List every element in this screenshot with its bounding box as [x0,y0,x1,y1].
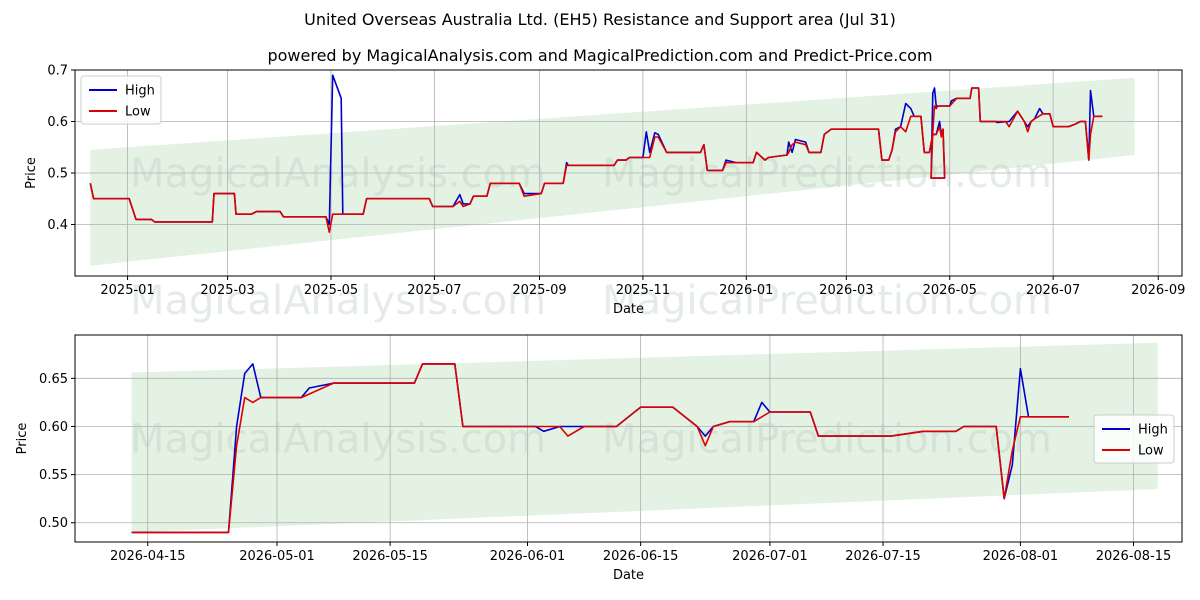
x-tick-label: 2026-05-15 [352,549,428,564]
y-tick-label: 0.6 [47,115,68,130]
y-tick-label: 0.60 [39,420,68,435]
x-tick-label: 2026-01 [719,283,773,298]
legend-label-high: High [125,84,155,99]
chart-panel-1: MagicalAnalysis.com MagicalPrediction.com… [24,64,1185,325]
x-tick-label: 2026-05-01 [239,549,315,564]
x-tick-label: 2026-08-01 [983,549,1059,564]
x-tick-label: 2026-06-01 [490,549,566,564]
y-axis-label: Price [24,157,39,189]
x-axis-label: Date [613,568,644,583]
watermark: MagicalAnalysis.com [130,417,546,463]
x-tick-label: 2025-11 [616,283,670,298]
legend: High Low [1093,414,1175,464]
x-tick-label: 2026-07-01 [732,549,808,564]
y-tick-label: 0.50 [39,516,68,531]
x-tick-label: 2026-07-15 [845,549,921,564]
y-tick-label: 0.55 [39,468,68,483]
x-tick-label: 2025-01 [100,283,154,298]
x-tick-label: 2026-04-15 [110,549,186,564]
legend: High Low [80,75,162,125]
x-axis-label: Date [613,302,644,317]
watermark: MagicalPrediction.com [602,151,1052,197]
x-tick-label: 2026-05 [923,283,977,298]
x-tick-label: 2026-06-15 [603,549,679,564]
legend-label-low: Low [1138,444,1164,459]
x-tick-label: 2025-03 [200,283,254,298]
legend-label-low: Low [125,105,151,120]
charts-canvas: MagicalAnalysis.com MagicalPrediction.com… [15,64,1185,584]
x-tick-label: 2025-09 [512,283,566,298]
x-tick-label: 2026-09 [1131,283,1185,298]
y-tick-label: 0.4 [47,218,68,233]
x-tick-label: 2026-03 [819,283,873,298]
y-tick-label: 0.65 [39,372,68,387]
x-tick-label: 2026-08-15 [1096,549,1172,564]
watermark: MagicalPrediction.com [602,417,1052,463]
y-tick-label: 0.7 [47,64,68,79]
y-tick-label: 0.5 [47,167,68,182]
watermark: MagicalAnalysis.com [130,151,546,197]
x-tick-label: 2025-07 [407,283,461,298]
chart-panel-2: MagicalAnalysis.com MagicalPrediction.com… [15,334,1183,583]
x-tick-label: 2026-07 [1026,283,1080,298]
legend-label-high: High [1138,423,1168,438]
x-tick-label: 2025-05 [304,283,358,298]
y-axis-label: Price [15,423,30,455]
